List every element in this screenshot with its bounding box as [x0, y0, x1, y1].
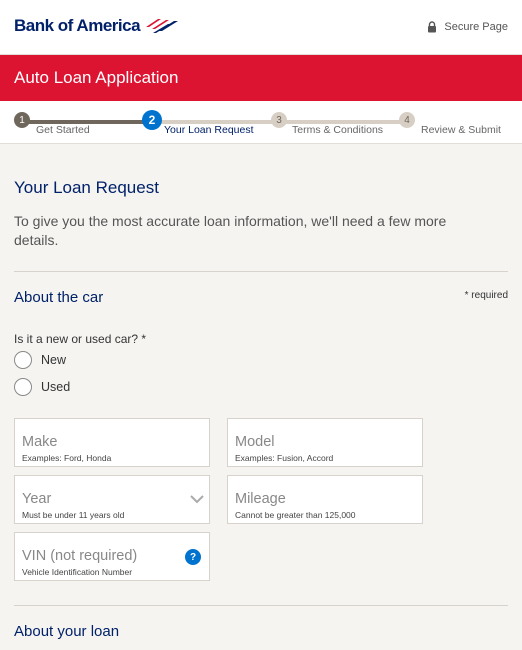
application-banner: Auto Loan Application [0, 55, 522, 101]
vin-field[interactable]: VIN (not required) Vehicle Identificatio… [14, 532, 210, 581]
mileage-field-label: Mileage [235, 491, 286, 507]
make-field-label: Make [22, 434, 58, 450]
bank-logo[interactable]: Bank of America [14, 16, 180, 36]
step-4-circle: 4 [399, 112, 415, 128]
make-field-hint: Examples: Ford, Honda [22, 453, 112, 463]
model-field[interactable]: Model Examples: Fusion, Accord [227, 418, 423, 467]
secure-page-indicator: Secure Page [427, 21, 508, 33]
model-field-hint: Examples: Fusion, Accord [235, 453, 334, 463]
help-icon[interactable]: ? [185, 549, 201, 565]
car-condition-question: Is it a new or used car? * [14, 332, 147, 346]
year-field-label: Year [22, 491, 52, 507]
flag-logo-icon [146, 19, 179, 33]
intro-text: To give you the most accurate loan infor… [14, 213, 447, 248]
progress-steps: 1 Get Started 2 Your Loan Request 3 Term… [0, 101, 522, 144]
step-3-circle: 3 [271, 112, 287, 128]
year-field-hint: Must be under 11 years old [22, 510, 125, 520]
mileage-field-hint: Cannot be greater than 125,000 [235, 510, 356, 520]
lock-icon [428, 21, 437, 33]
step-2-circle: 2 [142, 110, 162, 130]
logo-text: Bank of America [14, 16, 141, 35]
radio-new-label[interactable]: New [41, 353, 66, 367]
mileage-field[interactable]: Mileage Cannot be greater than 125,000 [227, 475, 423, 524]
vin-field-hint: Vehicle Identification Number [22, 567, 133, 577]
required-note: * required [464, 290, 508, 301]
radio-used[interactable]: Used [14, 378, 70, 396]
step-4-label: Review & Submit [421, 124, 501, 136]
divider [14, 605, 508, 606]
about-loan-heading: About your loan [14, 623, 120, 640]
secure-label: Secure Page [444, 21, 508, 33]
divider [14, 271, 508, 272]
vin-field-label: VIN (not required) [22, 548, 138, 564]
step-1-circle: 1 [14, 112, 30, 128]
step-1-label: Get Started [36, 124, 90, 136]
page-title: Auto Loan Application [14, 68, 179, 87]
year-select[interactable]: Year Must be under 11 years old [14, 475, 210, 524]
make-field[interactable]: Make Examples: Ford, Honda [14, 418, 210, 467]
section-heading: Your Loan Request [14, 178, 159, 197]
chevron-down-icon [190, 495, 204, 504]
radio-new[interactable]: New [14, 351, 66, 369]
radio-used-label[interactable]: Used [41, 380, 70, 394]
site-header: Bank of America Secure Page [0, 0, 522, 55]
step-2-label: Your Loan Request [164, 124, 254, 136]
step-3-label: Terms & Conditions [292, 124, 384, 136]
radio-circle[interactable] [14, 378, 32, 396]
about-car-heading: About the car [14, 289, 104, 306]
radio-circle[interactable] [14, 351, 32, 369]
model-field-label: Model [235, 434, 275, 450]
